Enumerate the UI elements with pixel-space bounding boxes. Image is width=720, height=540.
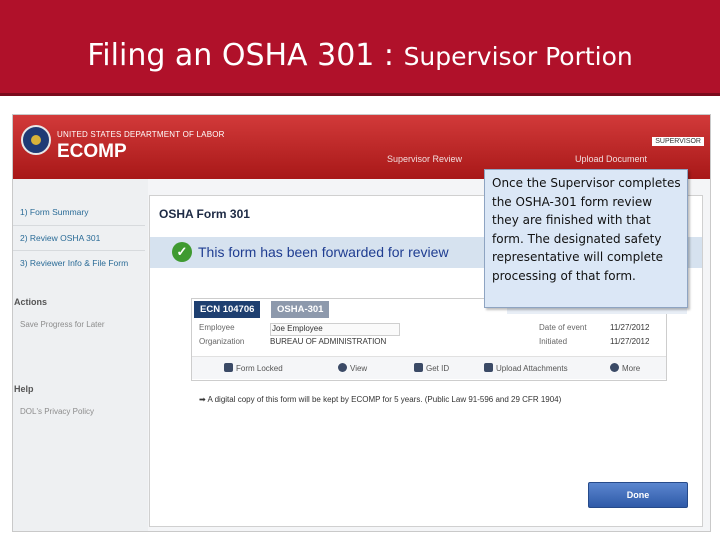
sidebar-divider — [13, 250, 145, 251]
initiated-value: 11/27/2012 — [610, 337, 650, 346]
employee-label: Employee — [199, 323, 235, 332]
eye-icon — [338, 363, 347, 372]
form-locked-label: Form Locked — [236, 364, 283, 373]
sidebar-step-reviewer-info[interactable]: 3) Reviewer Info & File Form — [20, 258, 128, 268]
get-id-button[interactable]: Get ID — [414, 363, 449, 373]
nav-supervisor-review[interactable]: Supervisor Review — [387, 154, 462, 164]
form-type-tab: OSHA-301 — [271, 301, 330, 318]
slide-title-banner: Filing an OSHA 301 : Supervisor Portion — [0, 0, 720, 96]
ecn-number: ECN 104706 — [194, 301, 261, 318]
more-button[interactable]: More — [610, 363, 640, 373]
retention-note: ➡ A digital copy of this form will be ke… — [199, 395, 561, 404]
slide-title: Filing an OSHA 301 : Supervisor Portion — [0, 38, 720, 73]
employee-value: Joe Employee — [272, 324, 323, 333]
more-label: More — [622, 364, 641, 373]
sidebar-save-progress[interactable]: Save Progress for Later — [20, 320, 104, 329]
sidebar-step-form-summary[interactable]: 1) Form Summary — [20, 207, 88, 217]
check-circle-icon: ✓ — [172, 242, 192, 262]
view-label: View — [350, 364, 368, 373]
retention-note-text: A digital copy of this form will be kept… — [207, 395, 562, 404]
upload-icon — [484, 363, 493, 372]
user-role-tag: SUPERVISOR — [652, 137, 704, 146]
done-button[interactable]: Done — [588, 482, 688, 508]
upload-attachments-label: Upload Attachments — [496, 364, 568, 373]
date-of-event-label: Date of event — [539, 323, 587, 332]
card-actions-bar: Form Locked View Get ID Upload Attachmen… — [192, 356, 666, 379]
sidebar-help-heading: Help — [14, 384, 34, 394]
explanation-callout: Once the Supervisor completes the OSHA-3… — [484, 169, 688, 308]
nav-upload-document[interactable]: Upload Document — [575, 154, 647, 164]
date-of-event-value: 11/27/2012 — [610, 323, 650, 332]
view-button[interactable]: View — [338, 363, 367, 373]
sidebar: 1) Form Summary 2) Review OSHA 301 3) Re… — [13, 179, 148, 531]
initiated-label: Initiated — [539, 337, 568, 346]
upload-attachments-button[interactable]: Upload Attachments — [484, 363, 568, 373]
slide-title-sub: Supervisor Portion — [403, 42, 633, 71]
get-id-label: Get ID — [426, 364, 450, 373]
organization-value: BUREAU OF ADMINISTRATION — [270, 337, 387, 346]
form-locked-action: Form Locked — [224, 363, 283, 373]
slide-title-main: Filing an OSHA 301 : — [87, 38, 404, 73]
chevron-down-icon — [610, 363, 619, 372]
download-icon — [414, 363, 423, 372]
sidebar-privacy-policy[interactable]: DOL's Privacy Policy — [20, 407, 94, 416]
sidebar-actions-heading: Actions — [14, 297, 48, 307]
notice-text: This form has been forwarded for review — [198, 244, 449, 260]
department-name: UNITED STATES DEPARTMENT OF LABOR — [57, 130, 225, 139]
dol-seal-icon — [21, 125, 51, 155]
sidebar-divider — [13, 225, 145, 226]
form-title: OSHA Form 301 — [159, 207, 250, 221]
ecomp-logo[interactable]: ECOMP — [57, 141, 127, 163]
sidebar-step-review-osha-301[interactable]: 2) Review OSHA 301 — [20, 233, 100, 243]
organization-label: Organization — [199, 337, 245, 346]
lock-icon — [224, 363, 233, 372]
